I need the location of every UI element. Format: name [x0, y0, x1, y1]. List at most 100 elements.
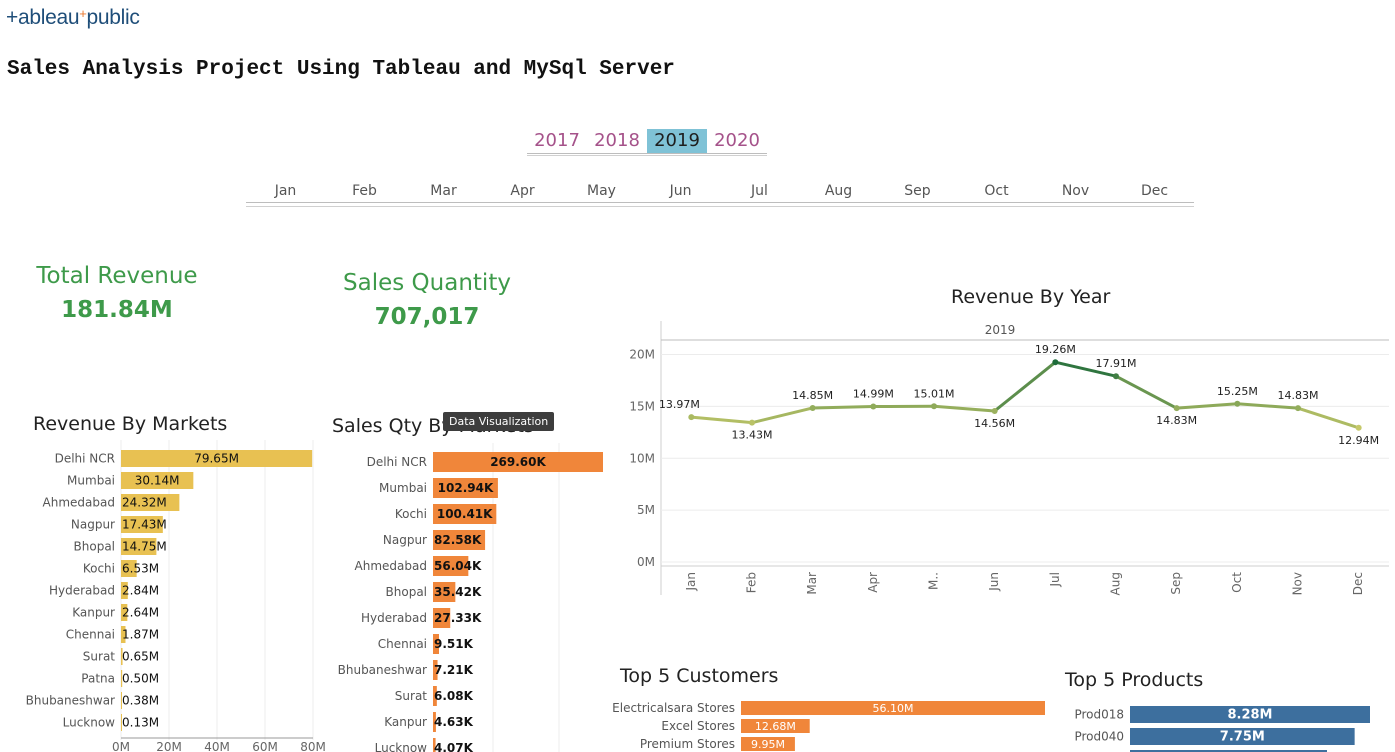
category-label-patna: Patna [81, 672, 115, 686]
category-label-nagpur: Nagpur [71, 518, 115, 532]
data-point-nov[interactable] [1295, 405, 1301, 412]
year-filter-divider [527, 155, 767, 156]
month-option-oct[interactable]: Oct [957, 180, 1036, 202]
line-segment [993, 360, 1057, 413]
data-label-bhubaneshwar: 7.21K [434, 663, 474, 677]
category-label-ahmedabad: Ahmedabad [355, 559, 427, 573]
data-label-chennai: 1.87M [122, 628, 159, 642]
data-label-mumbai: 30.14M [135, 474, 180, 488]
category-label-chennai: Chennai [66, 628, 115, 642]
data-label-kanpur: 4.63K [434, 715, 474, 729]
data-label-delhi-ncr: 79.65M [194, 452, 239, 466]
month-option-mar[interactable]: Mar [404, 180, 483, 202]
category-label-surat: Surat [83, 650, 116, 664]
category-label-kochi: Kochi [83, 562, 115, 576]
month-option-jun[interactable]: Jun [641, 180, 720, 202]
data-point-jun[interactable] [991, 407, 998, 414]
month-option-sep[interactable]: Sep [878, 180, 957, 202]
data-label-surat: 0.65M [122, 650, 159, 664]
data-point-apr[interactable] [870, 403, 877, 410]
data-point-aug[interactable] [1113, 373, 1119, 380]
revenue-by-year-title: Revenue By Year [951, 286, 1111, 308]
data-label-excel-stores: 12.68M [755, 720, 796, 733]
data-point-oct[interactable] [1234, 400, 1241, 407]
month-option-aug[interactable]: Aug [799, 180, 878, 202]
month-option-may[interactable]: May [562, 180, 641, 202]
year-option-2019[interactable]: 2019 [647, 129, 707, 153]
data-label-ahmedabad: 56.04K [434, 559, 482, 573]
data-label-oct: 15.25M [1217, 385, 1258, 398]
sales-qty-by-markets-chart[interactable]: Delhi NCR 269.60K Mumbai 102.94K Kochi 100.41… [330, 443, 610, 752]
x-tick-label: Aug [1109, 572, 1123, 595]
category-label-ahmedabad: Ahmedabad [43, 496, 115, 510]
data-point-jul[interactable] [1052, 359, 1059, 366]
category-label-electricalsara-stores: Electricalsara Stores [612, 701, 735, 715]
revenue-by-markets-chart[interactable]: Delhi NCR 79.65M Mumbai 30.14M Ahmedabad 24.3… [0, 440, 330, 752]
x-tick-label: 40M [204, 740, 230, 752]
data-label-kanpur: 2.64M [122, 606, 159, 620]
month-filter-divider [246, 206, 1194, 207]
data-label-feb: 13.43M [732, 429, 773, 442]
revenue-by-markets-title: Revenue By Markets [33, 413, 228, 435]
x-tick-label: Jun [987, 572, 1001, 592]
data-point-mar[interactable] [809, 404, 816, 411]
year-option-2017[interactable]: 2017 [527, 129, 587, 153]
data-point-jan[interactable] [688, 414, 695, 421]
category-label-nagpur: Nagpur [383, 533, 427, 547]
year-filter[interactable]: 2017 2018 2019 2020 [527, 129, 767, 154]
data-label-lucknow: 0.13M [122, 716, 159, 730]
data-label-electricalsara-stores: 56.10M [873, 702, 914, 715]
data-point-sep[interactable] [1173, 405, 1180, 412]
line-segment [750, 406, 815, 425]
month-filter[interactable]: Jan Feb Mar Apr May Jun Jul Aug Sep Oct Nov Dec [246, 180, 1194, 203]
category-label-kanpur: Kanpur [384, 715, 427, 729]
category-label-bhopal: Bhopal [386, 585, 427, 599]
data-label-hyderabad: 2.84M [122, 584, 159, 598]
y-tick-label: 0M [637, 555, 655, 569]
category-label-lucknow: Lucknow [63, 716, 116, 730]
month-option-jan[interactable]: Jan [246, 180, 325, 202]
year-option-2020[interactable]: 2020 [707, 129, 767, 153]
revenue-by-year-chart[interactable]: 2019 0M 5M 10M 15M 20M 13.97M Jan 13.43M Feb 14.85… [615, 315, 1395, 600]
month-option-dec[interactable]: Dec [1115, 180, 1194, 202]
sales-quantity-value: 707,017 [374, 304, 480, 330]
category-label-delhi-ncr: Delhi NCR [55, 452, 115, 466]
year-option-2018[interactable]: 2018 [587, 129, 647, 153]
month-option-nov[interactable]: Nov [1036, 180, 1115, 202]
top-5-customers-chart[interactable]: Electricalsara Stores 56.10M Excel Stores 1… [600, 695, 1060, 752]
category-label-mumbai: Mumbai [379, 481, 427, 495]
data-label-nagpur: 17.43M [122, 518, 167, 532]
category-label-excel-stores: Excel Stores [661, 719, 735, 733]
line-segment [811, 404, 875, 410]
data-label-sep: 14.83M [1156, 414, 1197, 427]
data-point-m[interactable] [931, 403, 937, 410]
month-option-apr[interactable]: Apr [483, 180, 562, 202]
data-label-prod040: 7.75M [1220, 730, 1265, 745]
category-label-mumbai: Mumbai [67, 474, 115, 488]
data-label-jun: 14.56M [974, 417, 1015, 430]
page-title: Sales Analysis Project Using Tableau and… [7, 58, 675, 81]
x-tick-label: Jan [684, 572, 698, 592]
data-point-dec[interactable] [1355, 424, 1362, 431]
data-label-bhopal: 14.75M [122, 540, 167, 554]
month-option-feb[interactable]: Feb [325, 180, 404, 202]
data-point-feb[interactable] [749, 419, 755, 426]
category-label-chennai: Chennai [378, 637, 427, 651]
top-5-products-chart[interactable]: Prod018 8.28M Prod040 7.75M [1060, 700, 1395, 752]
month-option-jul[interactable]: Jul [720, 180, 799, 202]
category-label-lucknow: Lucknow [375, 741, 428, 752]
y-tick-label: 15M [629, 399, 655, 413]
data-label-nov: 14.83M [1278, 389, 1319, 402]
tableau-public-logo[interactable]: +ableau+public [6, 6, 140, 30]
logo-text: +ableau [6, 6, 80, 29]
data-label-ahmedabad: 24.32M [122, 496, 167, 510]
x-tick-label: Sep [1169, 572, 1183, 595]
data-label-jan: 13.97M [659, 398, 700, 411]
category-label-delhi-ncr: Delhi NCR [367, 455, 427, 469]
data-label-aug: 17.91M [1096, 357, 1137, 370]
data-label-delhi-ncr: 269.60K [490, 455, 546, 469]
data-label-nagpur: 82.58K [434, 533, 482, 547]
x-tick-label: Nov [1291, 572, 1305, 595]
data-label-patna: 0.50M [122, 672, 159, 686]
category-label-kanpur: Kanpur [72, 606, 115, 620]
